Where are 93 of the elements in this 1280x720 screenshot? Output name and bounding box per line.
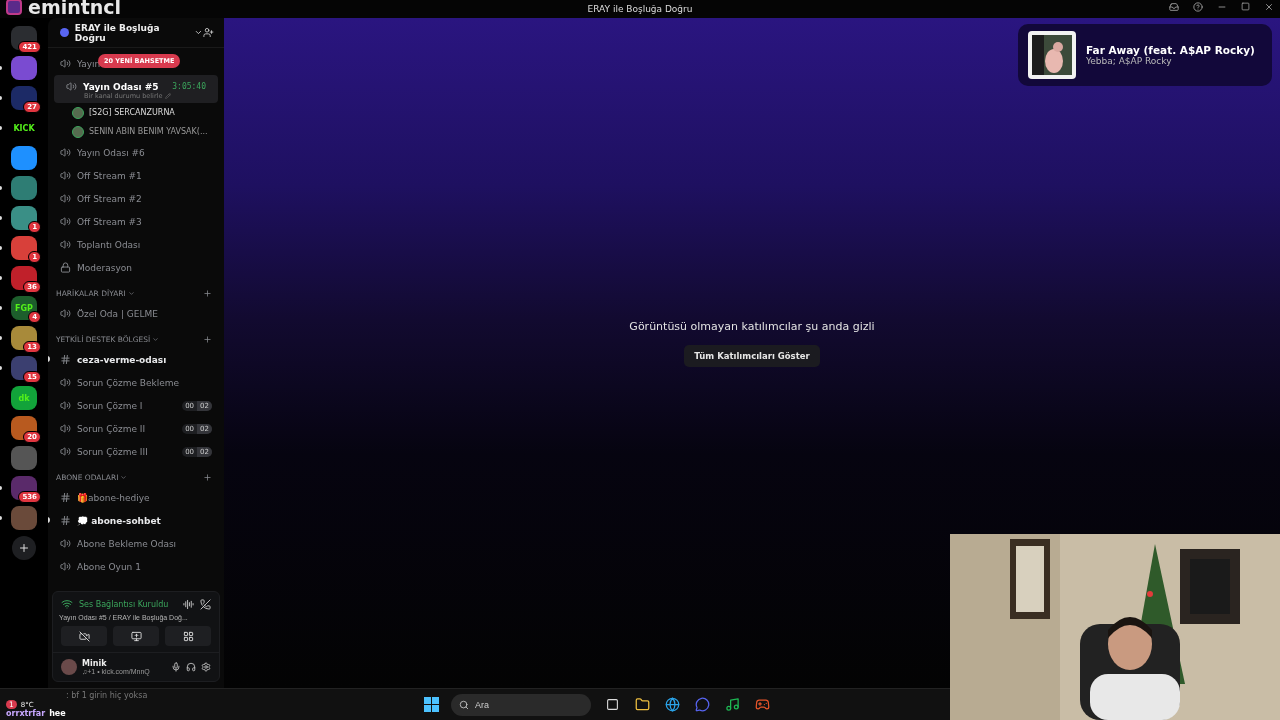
hash-icon [60,515,71,526]
speaker-icon [60,239,71,250]
invite-icon[interactable] [203,27,214,38]
channel-name[interactable]: ceza-verme-odası [77,354,167,365]
logo-text: emintncl [28,0,122,18]
channel-name[interactable]: Yayın [77,58,101,69]
channel-name[interactable]: Toplantı Odası [77,239,141,250]
soundboard-icon[interactable] [183,598,194,610]
server-label: FGP [15,303,33,313]
speaker-icon [60,377,71,388]
chat-message: : bf 1 girin hiç yoksa [65,691,149,700]
member-name[interactable]: [S2G] SERCANZURNA [89,108,175,117]
speaker-icon [60,446,71,457]
server-name[interactable]: ERAY ile Boşluğa Doğru [60,22,204,43]
browser-icon[interactable] [663,695,681,714]
member-avatar [72,106,84,119]
user-avatar [61,659,77,675]
signal-icon [61,598,73,610]
channel-name[interactable]: Off Stream #2 [77,193,142,204]
settings-icon[interactable] [201,662,211,672]
speaker-icon [60,561,71,572]
server-icon [60,28,69,37]
channel-name[interactable]: Off Stream #1 [77,170,142,181]
screen-share-icon [130,630,142,642]
channel-name[interactable]: Abone Bekleme Odası [77,538,177,549]
add-channel-icon[interactable] [203,335,212,344]
help-icon[interactable] [1193,2,1203,12]
camera-off-icon [78,630,90,642]
channel-name[interactable]: 💭 abone-sohbet [77,515,161,526]
chat-username: orrxtrfar [6,709,46,718]
stage-message: Görüntüsü olmayan katılımcılar şu anda gizli [629,319,875,333]
share-screen-button[interactable] [113,626,159,646]
headphones-icon[interactable] [186,662,196,672]
chat-icon[interactable] [693,695,711,714]
channel-name[interactable]: 🎁abone-hediye [77,492,150,503]
chevron-icon [127,290,135,297]
song-title: Far Away (feat. A$AP Rocky) [1086,44,1255,56]
channel-name[interactable]: Off Stream #3 [77,216,142,227]
speaker-icon [60,58,71,69]
hash-icon [60,492,71,503]
speaker-icon [60,400,71,411]
song-artist: Yebba; A$AP Rocky [1086,56,1173,66]
speaker-icon [60,423,71,434]
member-name[interactable]: SENIN ABIN BENIM YAVSAK(... [89,127,208,136]
show-participants-button[interactable]: Tüm Katılımcıları Göster [684,344,820,367]
channel-name[interactable]: Sorun Çözme Bekleme [77,377,180,388]
server-icon[interactable] [11,446,37,470]
logo-icon [6,0,22,15]
channel-name[interactable]: Sorun Çözme I [77,400,143,411]
search-icon [459,699,469,710]
speaker-icon [60,147,71,158]
maximize-icon[interactable] [1241,2,1250,11]
chevron-icon [194,28,204,37]
channel-name[interactable]: Moderasyon [77,262,132,273]
connection-status: Ses Bağlantısı Kuruldu [79,599,170,609]
channel-name[interactable]: Yayın Odası #5 [83,81,159,92]
speaker-icon [60,216,71,227]
camera-button[interactable] [61,626,107,646]
channel-name[interactable]: Sorun Çözme III [77,446,148,457]
channel-name[interactable]: Yayın Odası #6 [77,147,145,158]
activities-button[interactable] [165,626,211,646]
music-icon[interactable] [723,695,741,714]
server-label: KICK [13,123,35,133]
start-icon[interactable] [424,697,439,712]
speaker-icon [60,308,71,319]
channel-name[interactable]: Sorun Çözme II [77,423,146,434]
add-channel-icon[interactable] [203,473,212,482]
server-label: dk [18,393,30,403]
search-field[interactable]: Ara [451,693,591,716]
channel-name[interactable]: Abone Oyun 1 [77,561,141,572]
speaker-icon [60,170,71,181]
close-icon[interactable] [1264,2,1274,12]
chevron-icon [152,336,160,343]
server-icon[interactable] [11,146,37,170]
inbox-icon[interactable] [1169,2,1179,12]
user-name: Minik [82,659,108,668]
member-avatar [72,125,84,138]
chat-text: hee [49,709,66,718]
lock-icon [60,262,71,273]
plus-icon [18,542,30,554]
hash-icon [60,354,71,365]
window-title: ERAY ile Boşluğa Doğru [587,4,693,14]
add-channel-icon[interactable] [203,289,212,298]
grid-icon [182,630,194,642]
chevron-icon [120,474,128,481]
speaker-icon [60,193,71,204]
speaker-icon [66,81,77,92]
channel-name[interactable]: Özel Oda | GELME [77,308,158,319]
add-server-button[interactable] [12,536,36,560]
speaker-icon [60,538,71,549]
disconnect-icon[interactable] [200,598,211,610]
mic-icon[interactable] [171,662,181,672]
call-timer: 3:05:40 [172,82,206,91]
